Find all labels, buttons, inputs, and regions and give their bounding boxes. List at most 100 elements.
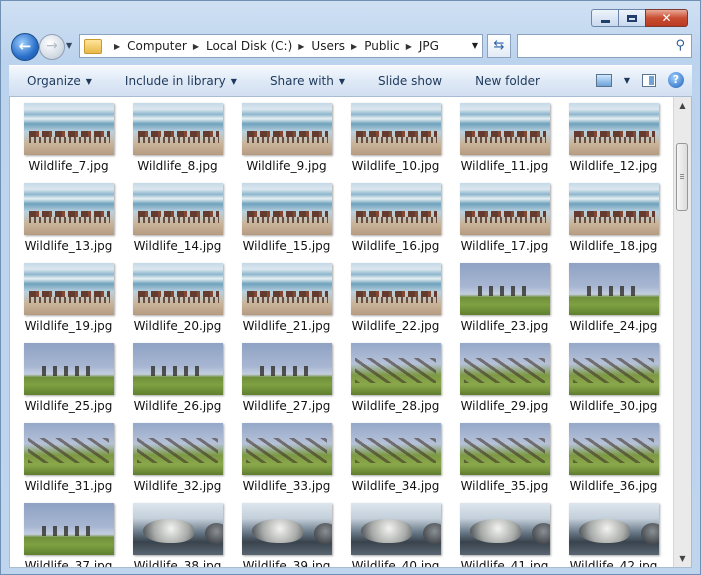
file-item[interactable]: Wildlife_20.jpg <box>123 263 232 333</box>
file-thumbnail[interactable] <box>568 343 659 395</box>
scrollbar-thumb[interactable] <box>676 143 688 211</box>
file-name[interactable]: Wildlife_10.jpg <box>352 159 440 173</box>
file-item[interactable]: Wildlife_18.jpg <box>559 183 668 253</box>
file-item[interactable]: Wildlife_11.jpg <box>450 103 559 173</box>
file-thumbnail[interactable] <box>350 503 441 555</box>
file-thumbnail[interactable] <box>350 263 441 315</box>
file-thumbnail[interactable] <box>23 503 114 555</box>
file-item[interactable]: Wildlife_14.jpg <box>123 183 232 253</box>
file-item[interactable]: Wildlife_27.jpg <box>232 343 341 413</box>
file-name[interactable]: Wildlife_13.jpg <box>25 239 113 253</box>
file-name[interactable]: Wildlife_36.jpg <box>570 479 658 493</box>
file-thumbnail[interactable] <box>241 423 332 475</box>
file-item[interactable]: Wildlife_37.jpg <box>14 503 123 567</box>
breadcrumb-item[interactable]: Public <box>364 39 400 53</box>
breadcrumb-separator-icon[interactable]: ▶ <box>193 42 199 51</box>
file-thumbnail[interactable] <box>459 263 550 315</box>
breadcrumb-item[interactable]: JPG <box>419 39 439 53</box>
file-name[interactable]: Wildlife_33.jpg <box>243 479 331 493</box>
file-item[interactable]: Wildlife_38.jpg <box>123 503 232 567</box>
file-item[interactable]: Wildlife_32.jpg <box>123 423 232 493</box>
file-thumbnail[interactable] <box>241 343 332 395</box>
maximize-button[interactable] <box>618 9 645 27</box>
view-options-dropdown-icon[interactable]: ▼ <box>624 76 630 85</box>
file-name[interactable]: Wildlife_30.jpg <box>570 399 658 413</box>
file-name[interactable]: Wildlife_20.jpg <box>134 319 222 333</box>
close-button[interactable]: ✕ <box>645 9 688 27</box>
search-box[interactable]: ⚲ <box>517 34 692 58</box>
file-thumbnail[interactable] <box>459 343 550 395</box>
file-name[interactable]: Wildlife_25.jpg <box>25 399 113 413</box>
file-thumbnail[interactable] <box>132 423 223 475</box>
file-item[interactable]: Wildlife_34.jpg <box>341 423 450 493</box>
file-thumbnail[interactable] <box>23 263 114 315</box>
file-item[interactable]: Wildlife_41.jpg <box>450 503 559 567</box>
file-name[interactable]: Wildlife_34.jpg <box>352 479 440 493</box>
file-item[interactable]: Wildlife_30.jpg <box>559 343 668 413</box>
share-with-button[interactable]: Share with ▼ <box>252 74 360 88</box>
file-thumbnail[interactable] <box>459 503 550 555</box>
minimize-button[interactable] <box>591 9 618 27</box>
file-item[interactable]: Wildlife_12.jpg <box>559 103 668 173</box>
file-name[interactable]: Wildlife_28.jpg <box>352 399 440 413</box>
file-item[interactable]: Wildlife_25.jpg <box>14 343 123 413</box>
refresh-button[interactable]: ⇆ <box>487 34 511 58</box>
file-name[interactable]: Wildlife_11.jpg <box>461 159 549 173</box>
file-thumbnail[interactable] <box>350 103 441 155</box>
preview-pane-icon[interactable] <box>642 73 656 87</box>
file-thumbnail[interactable] <box>132 183 223 235</box>
include-in-library-button[interactable]: Include in library ▼ <box>107 74 252 88</box>
file-thumbnail[interactable] <box>132 103 223 155</box>
breadcrumb-item[interactable]: Computer <box>127 39 187 53</box>
file-name[interactable]: Wildlife_21.jpg <box>243 319 331 333</box>
file-thumbnail[interactable] <box>350 343 441 395</box>
file-name[interactable]: Wildlife_18.jpg <box>570 239 658 253</box>
file-thumbnail[interactable] <box>23 343 114 395</box>
file-item[interactable]: Wildlife_15.jpg <box>232 183 341 253</box>
forward-button[interactable]: → <box>39 34 65 60</box>
file-name[interactable]: Wildlife_23.jpg <box>461 319 549 333</box>
file-item[interactable]: Wildlife_28.jpg <box>341 343 450 413</box>
file-name[interactable]: Wildlife_7.jpg <box>28 159 108 173</box>
file-item[interactable]: Wildlife_23.jpg <box>450 263 559 333</box>
file-thumbnail[interactable] <box>132 343 223 395</box>
file-name[interactable]: Wildlife_37.jpg <box>25 559 113 567</box>
file-thumbnail[interactable] <box>241 503 332 555</box>
file-thumbnail[interactable] <box>568 183 659 235</box>
file-thumbnail[interactable] <box>23 423 114 475</box>
file-item[interactable]: Wildlife_35.jpg <box>450 423 559 493</box>
file-name[interactable]: Wildlife_32.jpg <box>134 479 222 493</box>
vertical-scrollbar[interactable]: ▲ ▼ <box>673 97 691 567</box>
file-item[interactable]: Wildlife_42.jpg <box>559 503 668 567</box>
file-name[interactable]: Wildlife_19.jpg <box>25 319 113 333</box>
file-thumbnail[interactable] <box>350 423 441 475</box>
file-item[interactable]: Wildlife_16.jpg <box>341 183 450 253</box>
file-item[interactable]: Wildlife_24.jpg <box>559 263 668 333</box>
file-item[interactable]: Wildlife_36.jpg <box>559 423 668 493</box>
file-name[interactable]: Wildlife_17.jpg <box>461 239 549 253</box>
organize-button[interactable]: Organize ▼ <box>9 74 107 88</box>
file-item[interactable]: Wildlife_33.jpg <box>232 423 341 493</box>
new-folder-button[interactable]: New folder <box>457 74 555 88</box>
file-item[interactable]: Wildlife_29.jpg <box>450 343 559 413</box>
address-dropdown-icon[interactable]: ▼ <box>472 41 478 50</box>
file-name[interactable]: Wildlife_14.jpg <box>134 239 222 253</box>
slide-show-button[interactable]: Slide show <box>360 74 457 88</box>
file-name[interactable]: Wildlife_40.jpg <box>352 559 440 567</box>
file-thumbnail[interactable] <box>132 263 223 315</box>
file-thumbnail[interactable] <box>350 183 441 235</box>
file-item[interactable]: Wildlife_7.jpg <box>14 103 123 173</box>
file-thumbnail[interactable] <box>132 503 223 555</box>
file-name[interactable]: Wildlife_8.jpg <box>137 159 217 173</box>
breadcrumb-separator-icon[interactable]: ▶ <box>406 42 412 51</box>
file-thumbnail[interactable] <box>23 183 114 235</box>
file-name[interactable]: Wildlife_41.jpg <box>461 559 549 567</box>
address-bar[interactable]: ▶ Computer ▶ Local Disk (C:) ▶ Users ▶ Public ▶ J… <box>79 34 483 58</box>
file-item[interactable]: Wildlife_10.jpg <box>341 103 450 173</box>
file-item[interactable]: Wildlife_39.jpg <box>232 503 341 567</box>
file-thumbnail[interactable] <box>23 103 114 155</box>
file-item[interactable]: Wildlife_40.jpg <box>341 503 450 567</box>
back-button[interactable]: ← <box>11 33 39 61</box>
file-name[interactable]: Wildlife_26.jpg <box>134 399 222 413</box>
file-item[interactable]: Wildlife_31.jpg <box>14 423 123 493</box>
